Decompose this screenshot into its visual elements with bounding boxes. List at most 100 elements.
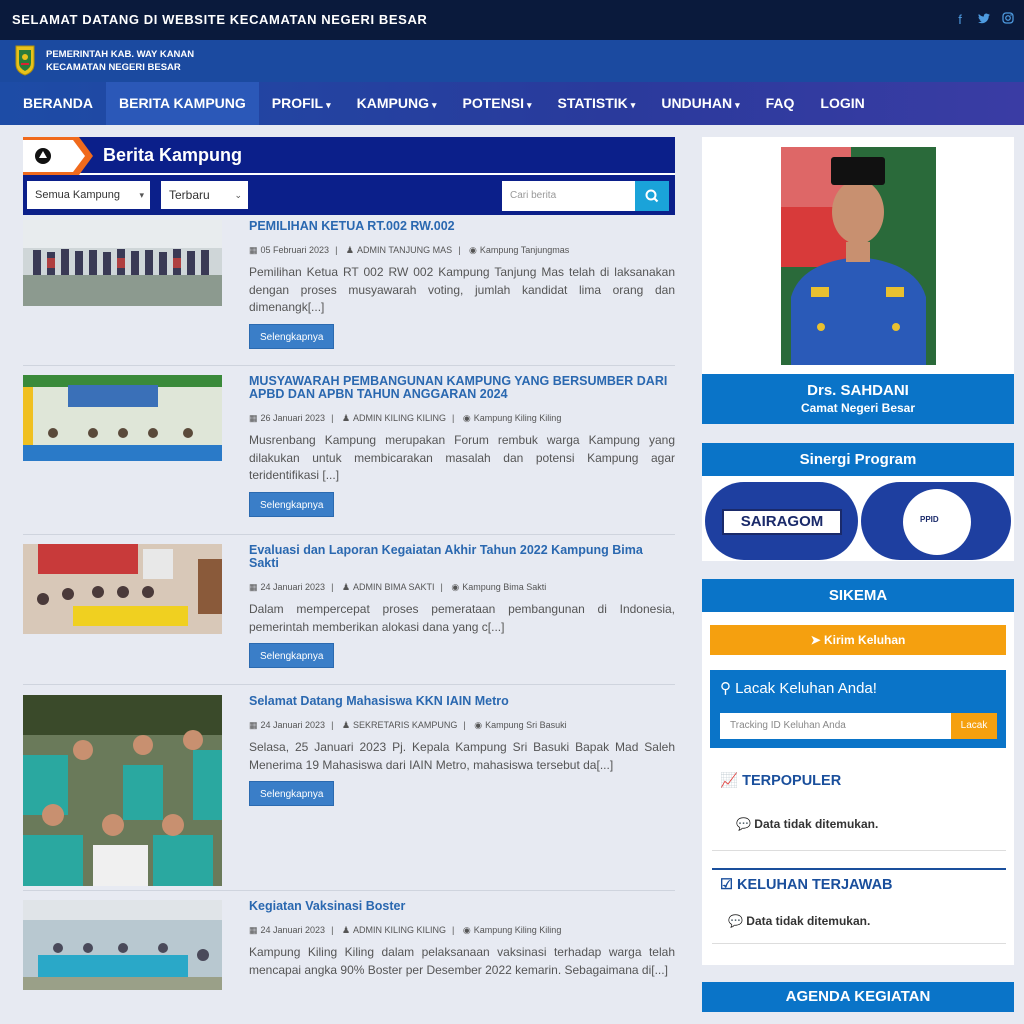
article-item: Evaluasi dan Laporan Kegaiatan Akhir Tah… bbox=[23, 544, 675, 685]
user-icon: ♟ bbox=[341, 925, 351, 935]
article-body: MUSYAWARAH PEMBANGUNAN KAMPUNG YANG BERS… bbox=[249, 375, 675, 517]
article-title[interactable]: PEMILIHAN KETUA RT.002 RW.002 bbox=[249, 220, 675, 233]
calendar-icon: ▦ bbox=[249, 582, 258, 592]
article-title[interactable]: Kegiatan Vaksinasi Boster bbox=[249, 900, 675, 913]
article-item: Kegiatan Vaksinasi Boster ▦ 24 Januari 20… bbox=[23, 900, 675, 1020]
article-thumbnail[interactable] bbox=[23, 220, 222, 306]
sairagom-label: SAIRAGOM bbox=[722, 509, 842, 535]
terpopuler-empty-text: Data tidak ditemukan. bbox=[754, 817, 879, 831]
section-title: Berita Kampung bbox=[103, 145, 243, 165]
location-icon: ◉ bbox=[451, 582, 460, 592]
article-title[interactable]: Evaluasi dan Laporan Kegaiatan Akhir Tah… bbox=[249, 544, 675, 570]
article-kampung: Kampung Bima Sakti bbox=[462, 582, 547, 592]
article-meta: ▦ 26 Januari 2023 | ♟ ADMIN KILING KILING | … bbox=[249, 413, 675, 424]
article-item: PEMILIHAN KETUA RT.002 RW.002 ▦ 05 Februa… bbox=[23, 220, 675, 366]
user-icon: ♟ bbox=[341, 720, 351, 730]
article-meta: ▦ 24 Januari 2023 | ♟ ADMIN BIMA SAKTI | ◉ Ka… bbox=[249, 582, 675, 593]
way-kanan-logo[interactable] bbox=[14, 44, 36, 76]
lacak-keluhan-box: ⚲ Lacak Keluhan Anda! Tracking ID Keluha… bbox=[710, 670, 1006, 748]
kampung-select-value: Semua Kampung bbox=[35, 189, 120, 201]
divider bbox=[712, 868, 1006, 870]
article-excerpt: Dalam mempercepat proses pemerataan pemb… bbox=[249, 602, 675, 634]
camat-name: Drs. SAHDANI bbox=[807, 382, 909, 399]
ppid-banner[interactable]: PPID bbox=[861, 482, 1011, 560]
facebook-icon[interactable]: f bbox=[954, 12, 966, 27]
article-title[interactable]: MUSYAWARAH PEMBANGUNAN KAMPUNG YANG BERS… bbox=[249, 375, 675, 401]
chart-line-icon: 📈 bbox=[720, 773, 743, 789]
article-author: ADMIN KILING KILING bbox=[353, 925, 447, 935]
read-more-button[interactable]: Selengkapnya bbox=[249, 491, 335, 517]
nav-label: POTENSI bbox=[462, 95, 524, 111]
nav-label: BERITA KAMPUNG bbox=[119, 95, 246, 111]
agenda-title: AGENDA KEGIATAN bbox=[702, 982, 1014, 1012]
article-excerpt: Musrenbang Kampung merupakan Forum rembu… bbox=[249, 433, 675, 482]
kirim-keluhan-button[interactable]: ➤ Kirim Keluhan bbox=[710, 625, 1006, 655]
user-icon: ♟ bbox=[341, 413, 351, 423]
sinergi-title: Sinergi Program bbox=[702, 443, 1014, 476]
article-thumbnail[interactable] bbox=[23, 544, 222, 634]
tracking-id-input[interactable]: Tracking ID Keluhan Anda bbox=[720, 713, 951, 739]
nav-faq[interactable]: FAQ bbox=[753, 82, 808, 125]
article-author: ADMIN TANJUNG MAS bbox=[357, 245, 453, 255]
article-author: SEKRETARIS KAMPUNG bbox=[353, 720, 458, 730]
camat-title: Camat Negeri Besar bbox=[800, 401, 916, 415]
nav-berita-kampung[interactable]: BERITA KAMPUNG bbox=[106, 82, 259, 125]
sinergi-card: Sinergi Program SAIRAGOM PPID bbox=[702, 443, 1014, 561]
location-icon: ◉ bbox=[462, 413, 471, 423]
chevron-down-icon: ▾ bbox=[139, 190, 144, 200]
nav-profil[interactable]: PROFIL ▾ bbox=[259, 82, 344, 125]
nav-kampung[interactable]: KAMPUNG ▾ bbox=[344, 82, 450, 125]
nav-label: PROFIL bbox=[271, 95, 324, 111]
article-title[interactable]: Selamat Datang Mahasiswa KKN IAIN Metro bbox=[249, 695, 675, 708]
meta-separator: | bbox=[331, 925, 334, 935]
divider bbox=[712, 943, 1006, 944]
location-icon: ◉ bbox=[474, 720, 483, 730]
article-meta: ▦ 24 Januari 2023 | ♟ SEKRETARIS KAMPUNG | ◉… bbox=[249, 720, 675, 731]
chevron-down-icon: ▾ bbox=[630, 100, 636, 110]
kampung-select[interactable]: Semua Kampung ▾ bbox=[27, 181, 150, 209]
meta-separator: | bbox=[331, 720, 334, 730]
nav-statistik[interactable]: STATISTIK ▾ bbox=[545, 82, 649, 125]
welcome-text: SELAMAT DATANG DI WEBSITE KECAMATAN NEGE… bbox=[12, 12, 428, 27]
lacak-button[interactable]: Lacak bbox=[951, 713, 997, 739]
terjawab-heading: ☑ KELUHAN TERJAWAB bbox=[720, 877, 893, 893]
kirim-keluhan-label: Kirim Keluhan bbox=[824, 633, 906, 647]
nav-beranda[interactable]: BERANDA bbox=[10, 82, 106, 125]
article-thumbnail[interactable] bbox=[23, 375, 222, 461]
nav-label: STATISTIK bbox=[557, 95, 628, 111]
article-thumbnail[interactable] bbox=[23, 900, 222, 990]
twitter-icon[interactable] bbox=[978, 12, 990, 27]
camat-caption: Drs. SAHDANI Camat Negeri Besar bbox=[702, 374, 1014, 424]
article-kampung: Kampung Kiling Kiling bbox=[473, 925, 562, 935]
article-date: 24 Januari 2023 bbox=[260, 925, 326, 935]
location-icon: ◉ bbox=[469, 245, 477, 255]
nav-unduhan[interactable]: UNDUHAN ▾ bbox=[648, 82, 752, 125]
meta-separator: | bbox=[458, 245, 461, 255]
meta-separator: | bbox=[463, 720, 466, 730]
search-button[interactable] bbox=[635, 181, 669, 211]
comment-icon: 💬 bbox=[736, 817, 755, 831]
read-more-button[interactable]: Selengkapnya bbox=[249, 643, 335, 668]
instagram-icon[interactable] bbox=[1002, 12, 1014, 27]
brand-line-1: PEMERINTAH KAB. WAY KANAN bbox=[46, 49, 195, 60]
terjawab-empty: 💬 Data tidak ditemukan. bbox=[728, 914, 870, 928]
brand-line-2: KECAMATAN NEGERI BESAR bbox=[46, 62, 181, 73]
nav-label: BERANDA bbox=[23, 95, 93, 111]
send-icon: ➤ bbox=[810, 633, 825, 647]
terpopuler-heading: 📈 TERPOPULER bbox=[720, 772, 841, 789]
article-excerpt: Kampung Kiling Kiling dalam pelaksanaan … bbox=[249, 945, 675, 977]
nav-label: UNDUHAN bbox=[661, 95, 733, 111]
read-more-button[interactable]: Selengkapnya bbox=[249, 323, 335, 349]
article-date: 24 Januari 2023 bbox=[260, 720, 326, 730]
calendar-icon: ▦ bbox=[249, 925, 258, 935]
sort-select[interactable]: Terbaru ⌄ bbox=[161, 181, 248, 209]
sairagom-banner[interactable]: SAIRAGOM bbox=[705, 482, 858, 560]
search-input[interactable]: Cari berita bbox=[502, 181, 635, 211]
nav-potensi[interactable]: POTENSI ▾ bbox=[450, 82, 545, 125]
article-thumbnail[interactable] bbox=[23, 695, 222, 886]
nav-login[interactable]: LOGIN bbox=[807, 82, 877, 125]
divider bbox=[712, 850, 1006, 851]
terpopuler-title: TERPOPULER bbox=[742, 773, 842, 789]
read-more-button[interactable]: Selengkapnya bbox=[249, 781, 335, 806]
terjawab-title: KELUHAN TERJAWAB bbox=[737, 877, 893, 893]
